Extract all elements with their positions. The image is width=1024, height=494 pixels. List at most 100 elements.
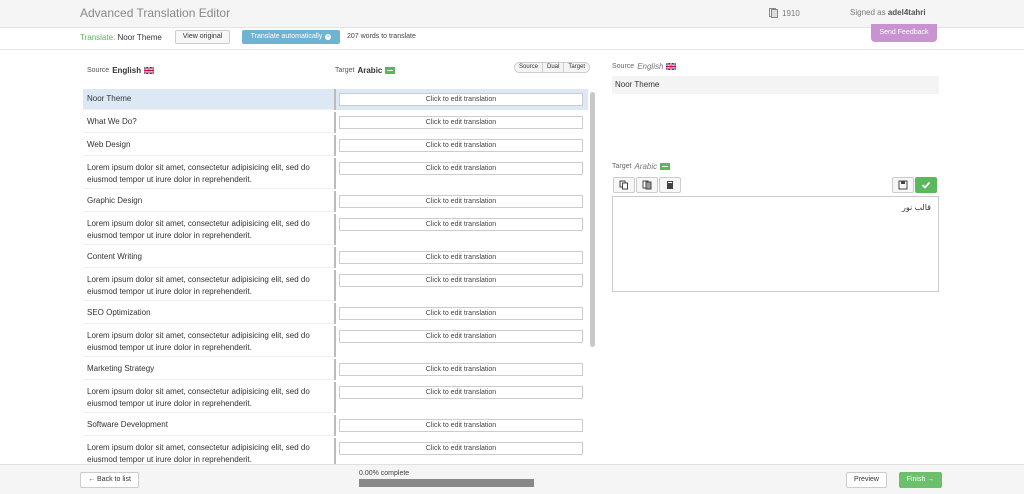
translation-field[interactable]: Click to edit translation bbox=[339, 195, 583, 208]
table-row[interactable]: Lorem ipsum dolor sit amet, consectetur … bbox=[83, 438, 588, 464]
table-row[interactable]: SEO Optimization Click to edit translati… bbox=[83, 303, 588, 324]
table-row[interactable]: Lorem ipsum dolor sit amet, consectetur … bbox=[83, 158, 588, 189]
translation-field[interactable]: Click to edit translation bbox=[339, 419, 583, 432]
check-icon bbox=[921, 181, 931, 189]
glossary-button[interactable] bbox=[659, 177, 681, 193]
table-row[interactable]: Software Development Click to edit trans… bbox=[83, 415, 588, 436]
source-text: Lorem ipsum dolor sit amet, consectetur … bbox=[83, 438, 333, 464]
finish-button[interactable]: Finish → bbox=[899, 472, 942, 488]
credits-value: 1910 bbox=[782, 8, 800, 18]
source-text: Graphic Design bbox=[83, 191, 333, 212]
source-text: Lorem ipsum dolor sit amet, consectetur … bbox=[83, 158, 333, 189]
confirm-button[interactable] bbox=[915, 177, 937, 193]
copy-source-button[interactable] bbox=[613, 177, 635, 193]
translation-field[interactable]: Click to edit translation bbox=[339, 363, 583, 376]
target-column-header: Target Arabic bbox=[335, 66, 396, 75]
detail-target-prefix: Target bbox=[612, 163, 632, 170]
progress-bar bbox=[359, 479, 534, 487]
progress-label: 0.00% complete bbox=[359, 470, 410, 477]
source-text: Lorem ipsum dolor sit amet, consectetur … bbox=[83, 326, 333, 357]
source-language: English bbox=[112, 66, 142, 75]
target-prefix: Target bbox=[335, 67, 355, 74]
source-text: Marketing Strategy bbox=[83, 359, 333, 380]
source-text: Lorem ipsum dolor sit amet, consectetur … bbox=[83, 214, 333, 245]
table-row[interactable]: Lorem ipsum dolor sit amet, consectetur … bbox=[83, 214, 588, 245]
documents-icon bbox=[642, 180, 652, 190]
table-row[interactable]: Content Writing Click to edit translatio… bbox=[83, 247, 588, 268]
row-divider bbox=[334, 438, 336, 464]
translation-editor[interactable]: قالب نور bbox=[612, 196, 939, 292]
detail-source-text: Noor Theme bbox=[612, 76, 939, 94]
translation-field[interactable]: Click to edit translation bbox=[339, 330, 583, 343]
translation-field[interactable]: Click to edit translation bbox=[339, 116, 583, 129]
table-row[interactable]: Marketing Strategy Click to edit transla… bbox=[83, 359, 588, 380]
detail-source-prefix: Source bbox=[612, 63, 635, 70]
close-icon[interactable]: × bbox=[325, 34, 332, 40]
table-row[interactable]: Lorem ipsum dolor sit amet, consectetur … bbox=[83, 326, 588, 357]
view-mode-source[interactable]: Source bbox=[515, 63, 544, 72]
table-row[interactable]: Lorem ipsum dolor sit amet, consectetur … bbox=[83, 270, 588, 301]
translate-label: Translate: Noor Theme bbox=[80, 33, 162, 42]
source-text: Lorem ipsum dolor sit amet, consectetur … bbox=[83, 270, 333, 301]
footer: ← Back to list 0.00% complete Preview Fi… bbox=[0, 464, 1024, 494]
editor-toolbar: Translate: Noor Theme View original Tran… bbox=[0, 28, 1024, 50]
preview-button[interactable]: Preview bbox=[846, 472, 887, 488]
credits-counter: 1910 bbox=[769, 8, 800, 18]
target-language: Arabic bbox=[357, 66, 383, 75]
uk-flag-icon bbox=[144, 67, 155, 74]
row-divider bbox=[334, 191, 336, 212]
rows-scrollbar[interactable] bbox=[590, 92, 595, 347]
source-text: Noor Theme bbox=[83, 89, 333, 110]
translation-field[interactable]: Click to edit translation bbox=[339, 218, 583, 231]
translation-field[interactable]: Click to edit translation bbox=[339, 139, 583, 152]
source-text: SEO Optimization bbox=[83, 303, 333, 324]
source-text: Lorem ipsum dolor sit amet, consectetur … bbox=[83, 382, 333, 413]
view-mode-dual[interactable]: Dual bbox=[543, 63, 565, 72]
row-divider bbox=[334, 415, 336, 436]
view-original-button[interactable]: View original bbox=[175, 30, 230, 44]
translation-field[interactable]: Click to edit translation bbox=[339, 93, 583, 106]
documents-icon bbox=[769, 8, 778, 18]
table-row[interactable]: Lorem ipsum dolor sit amet, consectetur … bbox=[83, 382, 588, 413]
save-button[interactable] bbox=[892, 177, 914, 193]
source-text: Web Design bbox=[83, 135, 333, 156]
translation-field[interactable]: Click to edit translation bbox=[339, 386, 583, 399]
translate-prefix: Translate: bbox=[80, 33, 116, 42]
translate-automatically-button[interactable]: Translate automatically × bbox=[242, 30, 340, 44]
translation-field[interactable]: Click to edit translation bbox=[339, 274, 583, 287]
view-mode-target[interactable]: Target bbox=[564, 63, 590, 72]
detail-source-header: Source English bbox=[612, 62, 677, 71]
translation-field[interactable]: Click to edit translation bbox=[339, 162, 583, 175]
signed-prefix: Signed as bbox=[850, 8, 886, 17]
memory-button[interactable] bbox=[636, 177, 658, 193]
view-mode-switch: Source Dual Target bbox=[514, 62, 591, 73]
book-icon bbox=[667, 181, 673, 189]
arabic-flag-icon bbox=[385, 67, 396, 74]
words-to-translate: 207 words to translate bbox=[347, 33, 416, 40]
detail-target-header: Target Arabic bbox=[612, 162, 671, 171]
row-divider bbox=[334, 326, 336, 357]
translation-field[interactable]: Click to edit translation bbox=[339, 307, 583, 320]
row-divider bbox=[334, 303, 336, 324]
source-text: Content Writing bbox=[83, 247, 333, 268]
row-divider bbox=[334, 135, 336, 156]
table-row[interactable]: Noor Theme Click to edit translation bbox=[83, 89, 588, 110]
source-text: What We Do? bbox=[83, 112, 333, 133]
translate-automatically-label: Translate automatically bbox=[250, 33, 323, 40]
table-row[interactable]: What We Do? Click to edit translation bbox=[83, 112, 588, 133]
source-text: Software Development bbox=[83, 415, 333, 436]
detail-target-language: Arabic bbox=[634, 162, 658, 171]
back-to-list-button[interactable]: ← Back to list bbox=[80, 472, 139, 488]
row-divider bbox=[334, 112, 336, 133]
source-prefix: Source bbox=[87, 67, 110, 74]
row-divider bbox=[334, 158, 336, 189]
table-row[interactable]: Graphic Design Click to edit translation bbox=[83, 191, 588, 212]
row-divider bbox=[334, 247, 336, 268]
table-row[interactable]: Web Design Click to edit translation bbox=[83, 135, 588, 156]
translation-rows: Noor Theme Click to edit translation Wha… bbox=[83, 89, 588, 464]
project-name: Noor Theme bbox=[117, 33, 162, 42]
row-divider bbox=[334, 382, 336, 413]
source-column-header: Source English bbox=[87, 66, 155, 75]
translation-field[interactable]: Click to edit translation bbox=[339, 251, 583, 264]
translation-field[interactable]: Click to edit translation bbox=[339, 442, 583, 455]
